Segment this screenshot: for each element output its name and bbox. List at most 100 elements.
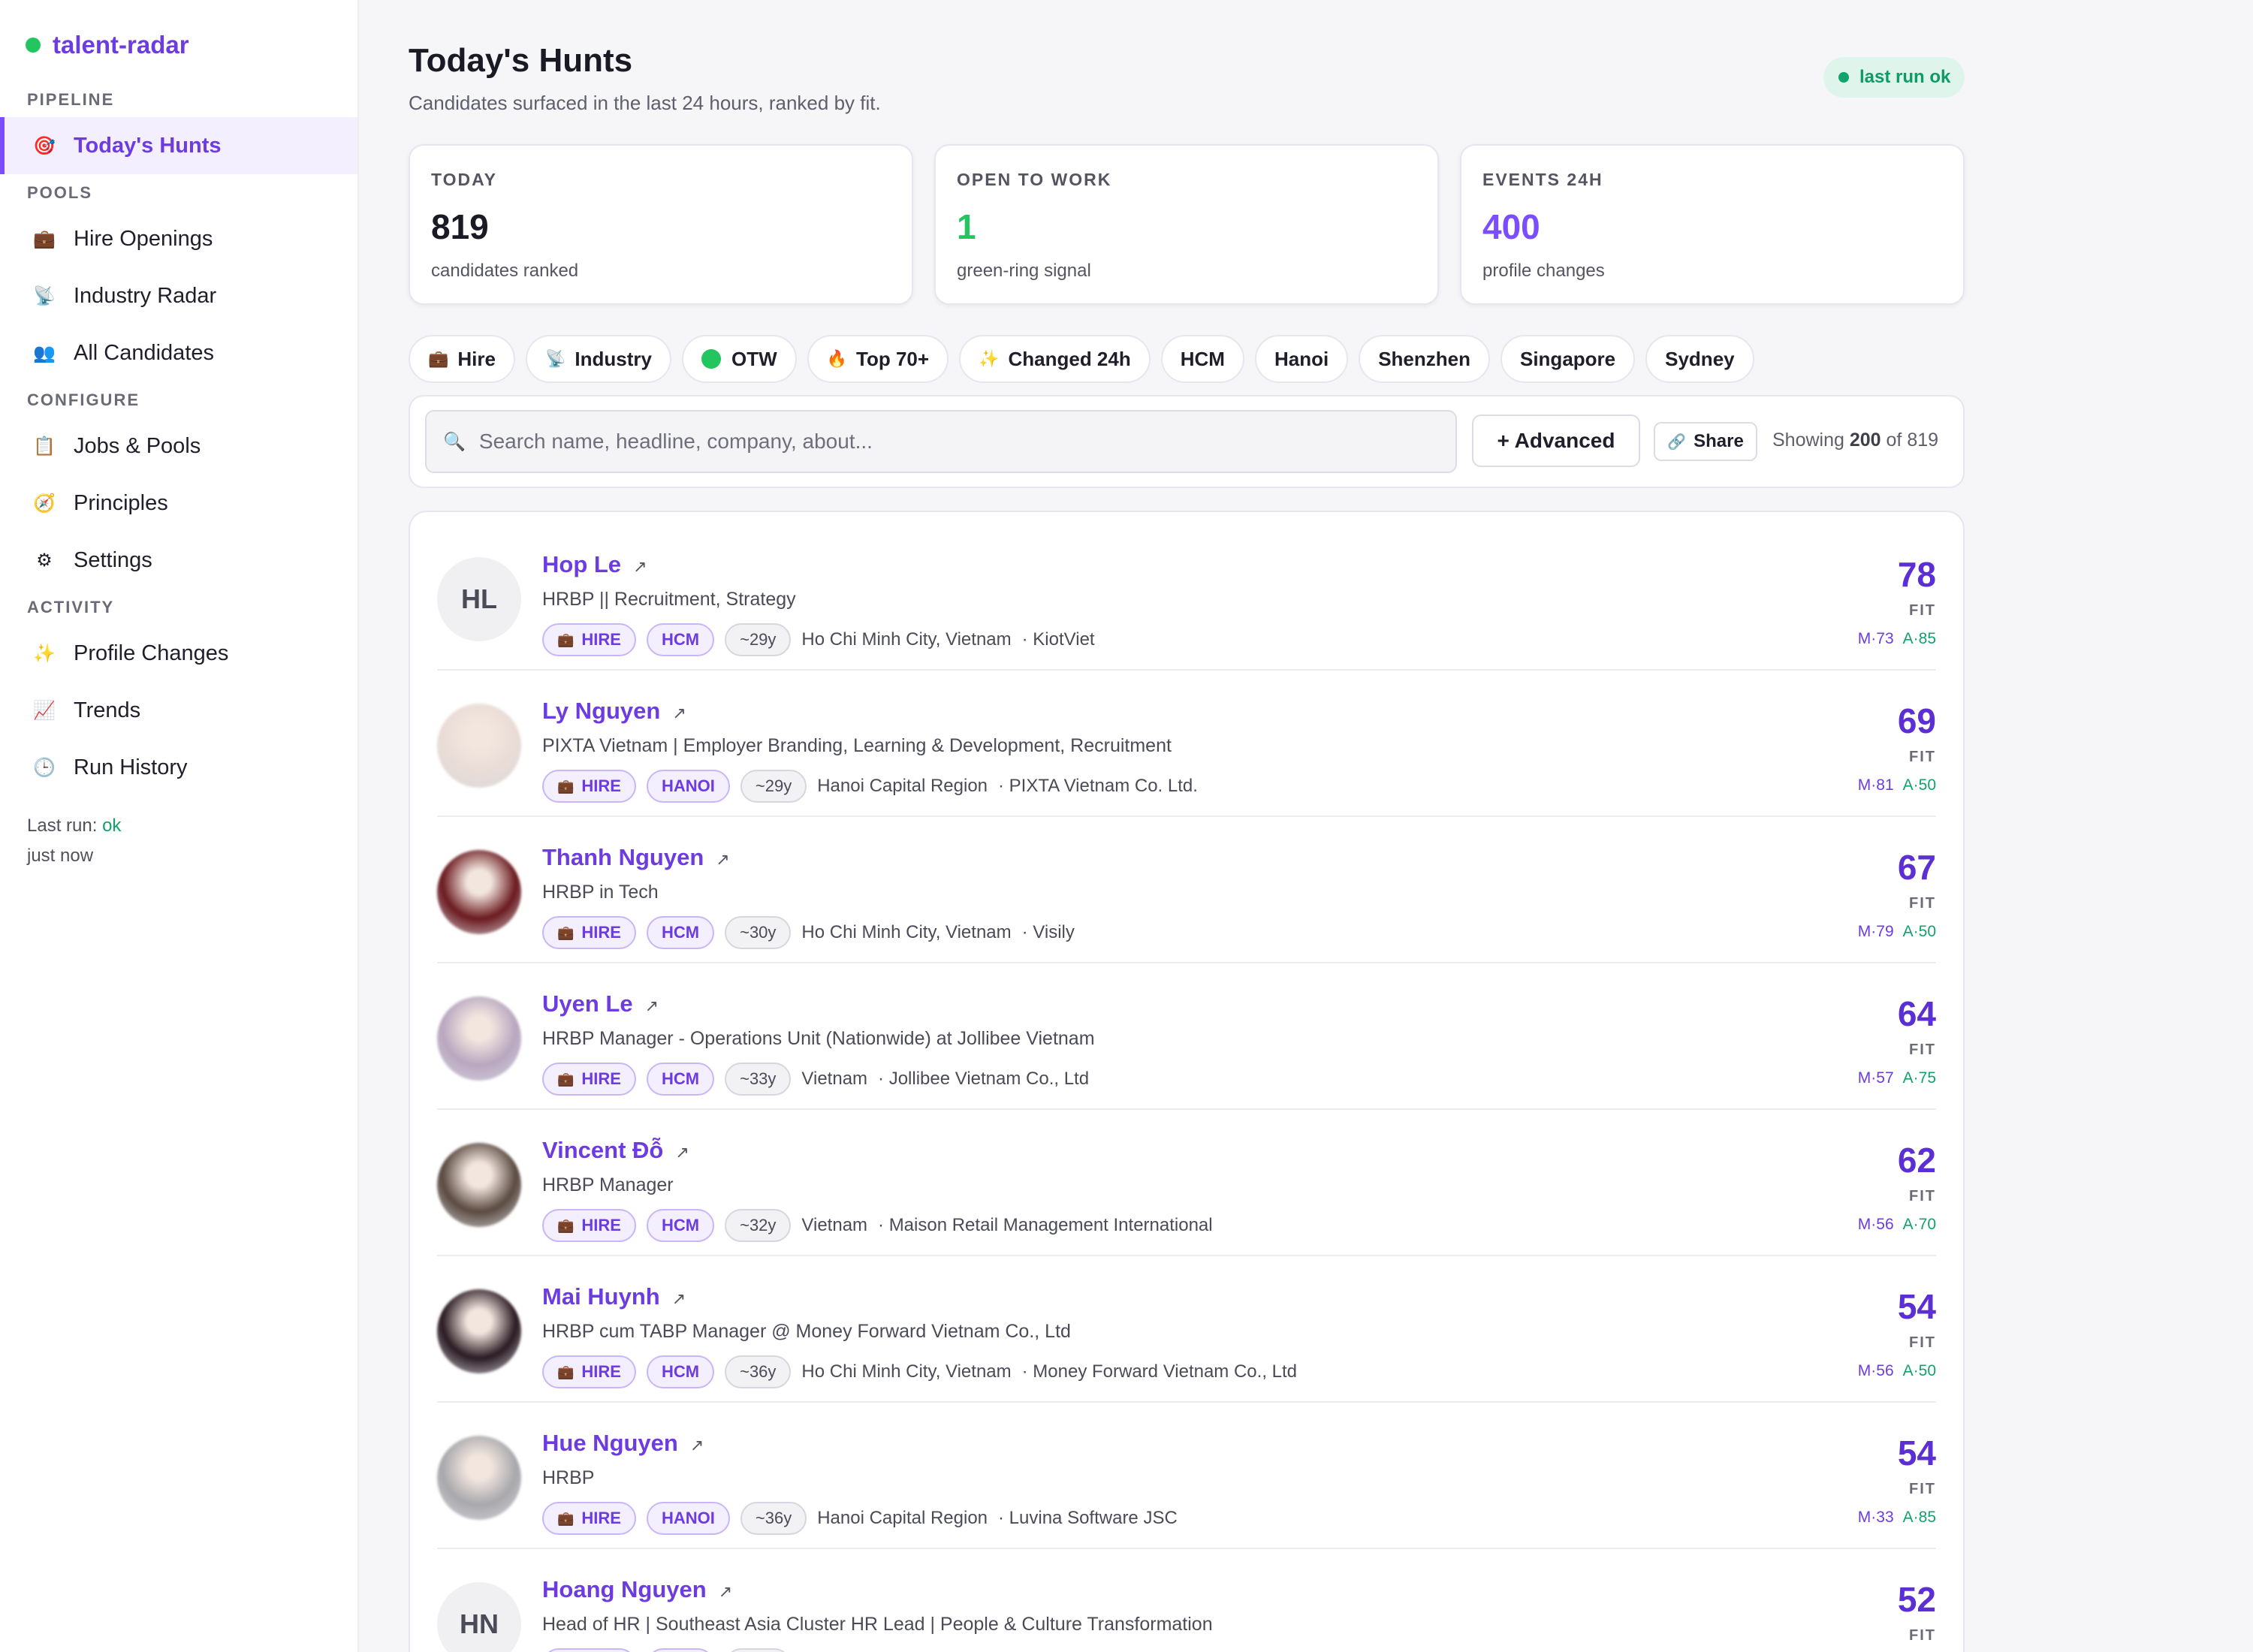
candidate-row[interactable]: Ly Nguyen ↗ PIXTA Vietnam | Employer Brand… — [437, 671, 1936, 817]
hire-tag-label: HIRE — [581, 1069, 621, 1088]
nav-group-label: ACTIVITY — [27, 598, 115, 616]
filter-chip-singapore[interactable]: Singapore — [1500, 335, 1636, 383]
filter-chip-hcm[interactable]: HCM — [1160, 335, 1244, 383]
external-link-icon[interactable]: ↗ — [672, 704, 686, 722]
sidebar-item-all-candidates[interactable]: 👥 All Candidates — [0, 324, 357, 381]
sidebar-item-industry-radar[interactable]: 📡 Industry Radar — [0, 267, 357, 324]
fit-score-value: 54 — [1897, 1433, 1936, 1473]
stat-desc: profile changes — [1482, 261, 1605, 281]
a-score: A·50 — [1902, 923, 1936, 940]
candidate-name[interactable]: Ly Nguyen ↗ — [542, 698, 686, 725]
filter-chip-top-70-[interactable]: 🔥 Top 70+ — [807, 335, 949, 383]
avatar[interactable] — [437, 1289, 521, 1373]
stat-value: 819 — [431, 207, 489, 246]
avatar[interactable] — [437, 1436, 521, 1520]
candidate-row[interactable]: HN Hoang Nguyen ↗ Head of HR | Southeast As… — [437, 1549, 1936, 1652]
advanced-button[interactable]: + Advanced — [1472, 415, 1640, 467]
candidate-row[interactable]: Vincent Đỗ ↗ HRBP Manager 💼 HIRE HCM ~32y Vietn… — [437, 1110, 1936, 1256]
filter-chip-shenzhen[interactable]: Shenzhen — [1359, 335, 1490, 383]
nav-group-label: CONFIGURE — [27, 390, 140, 409]
sidebar-item-label: Run History — [74, 755, 188, 779]
sidebar-item-hire-openings[interactable]: 💼 Hire Openings — [0, 210, 357, 267]
candidate-company: · Maison Retail Management International — [878, 1215, 1213, 1235]
candidate-name[interactable]: Hop Le ↗ — [542, 551, 647, 578]
external-link-icon[interactable]: ↗ — [690, 1436, 704, 1455]
city-tag: HCM — [646, 1648, 715, 1652]
external-link-icon[interactable]: ↗ — [716, 850, 729, 869]
hire-tag: 💼 HIRE — [542, 1502, 636, 1535]
avatar[interactable]: HN — [437, 1582, 521, 1652]
gear-icon: ⚙ — [36, 550, 53, 571]
filter-chip-industry[interactable]: 📡 Industry — [525, 335, 671, 383]
candidate-name[interactable]: Uyen Le ↗ — [542, 990, 659, 1017]
external-link-icon[interactable]: ↗ — [675, 1143, 689, 1162]
page-subtitle: Candidates surfaced in the last 24 hours… — [409, 92, 881, 114]
filter-chip-hanoi[interactable]: Hanoi — [1254, 335, 1349, 383]
candidate-row[interactable]: Uyen Le ↗ HRBP Manager - Operations Unit (… — [437, 963, 1936, 1110]
hire-tag-label: HIRE — [581, 1216, 621, 1234]
satellite-icon: 📡 — [33, 285, 56, 306]
filter-chip-label: Sydney — [1665, 347, 1735, 370]
hire-tag-label: HIRE — [581, 1509, 621, 1527]
candidate-name[interactable]: Hoang Nguyen ↗ — [542, 1576, 732, 1603]
external-link-icon[interactable]: ↗ — [645, 996, 659, 1015]
candidate-row[interactable]: Thanh Nguyen ↗ HRBP in Tech 💼 HIRE HCM ~30y Ho … — [437, 817, 1936, 963]
sub-scores: M·56 A·50 — [1786, 1362, 1936, 1380]
avatar[interactable] — [437, 996, 521, 1081]
avatar[interactable] — [437, 850, 521, 934]
hire-tag: 💼 HIRE — [542, 770, 636, 803]
clipboard-icon: 📋 — [33, 436, 56, 457]
age-tag: ~32y — [725, 1209, 792, 1242]
candidate-location: Hanoi Capital Region — [817, 776, 988, 796]
share-button[interactable]: 🔗 Share — [1654, 422, 1757, 461]
filter-chip-hire[interactable]: 💼 Hire — [409, 335, 515, 383]
external-link-icon[interactable]: ↗ — [672, 1289, 686, 1308]
age-tag: ~36y — [725, 1355, 792, 1388]
brand[interactable]: talent-radar — [0, 23, 357, 68]
candidate-row[interactable]: Hue Nguyen ↗ HRBP 💼 HIRE HANOI ~36y Hanoi Capit… — [437, 1403, 1936, 1549]
nav-group-label: POOLS — [27, 183, 93, 202]
candidate-headline: HRBP cum TABP Manager @ Money Forward Vi… — [542, 1321, 1071, 1342]
candidate-name[interactable]: Hue Nguyen ↗ — [542, 1430, 704, 1457]
avatar[interactable] — [437, 704, 521, 788]
hire-tag-label: HIRE — [581, 776, 621, 795]
sidebar-item-profile-changes[interactable]: ✨ Profile Changes — [0, 625, 357, 682]
sidebar-item-trends[interactable]: 📈 Trends — [0, 682, 357, 739]
fit-score-value: 64 — [1897, 994, 1936, 1033]
candidate-name[interactable]: Thanh Nguyen ↗ — [542, 844, 730, 871]
fit-score: 64 FIT M·57 A·75 — [1786, 993, 1936, 1087]
filter-chip-sydney[interactable]: Sydney — [1645, 335, 1754, 383]
sidebar-item-today-s-hunts[interactable]: 🎯 Today's Hunts — [0, 117, 357, 174]
a-score: A·85 — [1902, 1509, 1936, 1526]
a-score: A·70 — [1902, 1216, 1936, 1233]
hire-tag-label: HIRE — [581, 923, 621, 942]
hire-tag-label: HIRE — [581, 1362, 621, 1381]
fit-score-label: FIT — [1909, 895, 1936, 912]
sidebar-nav: PIPELINE 🎯 Today's Hunts POOLS 💼 Hire Opening… — [0, 89, 357, 796]
candidate-name[interactable]: Vincent Đỗ ↗ — [542, 1137, 689, 1164]
sidebar-item-run-history[interactable]: 🕒 Run History — [0, 739, 357, 796]
external-link-icon[interactable]: ↗ — [633, 557, 647, 576]
filter-chip-changed-24h[interactable]: ✨ Changed 24h — [959, 335, 1151, 383]
candidate-row[interactable]: HL Hop Le ↗ HRBP || Recruitment, Strategy 💼 H… — [437, 524, 1936, 671]
avatar[interactable]: HL — [437, 557, 521, 641]
city-tag: HCM — [646, 916, 715, 949]
stat-label: OPEN TO WORK — [957, 170, 1112, 189]
candidate-name[interactable]: Mai Huynh ↗ — [542, 1283, 686, 1310]
fit-score-value: 62 — [1897, 1141, 1936, 1180]
sidebar-item-settings[interactable]: ⚙ Settings — [0, 532, 357, 589]
candidate-headline: HRBP Manager — [542, 1174, 674, 1195]
candidate-row[interactable]: Mai Huynh ↗ HRBP cum TABP Manager @ Money … — [437, 1256, 1936, 1403]
candidate-name-text: Mai Huynh — [542, 1283, 660, 1310]
sidebar-item-jobs-pools[interactable]: 📋 Jobs & Pools — [0, 418, 357, 475]
sub-scores: M·73 A·85 — [1786, 630, 1936, 648]
briefcase-icon: 💼 — [557, 1217, 575, 1233]
search-box[interactable]: 🔍 — [425, 410, 1457, 473]
stat-label: TODAY — [431, 170, 497, 189]
search-input[interactable] — [478, 430, 1440, 454]
sidebar-item-principles[interactable]: 🧭 Principles — [0, 475, 357, 532]
avatar[interactable] — [437, 1143, 521, 1227]
filter-chip-otw[interactable]: OTW — [681, 335, 797, 383]
compass-icon: 🧭 — [33, 493, 56, 514]
external-link-icon[interactable]: ↗ — [719, 1582, 732, 1601]
